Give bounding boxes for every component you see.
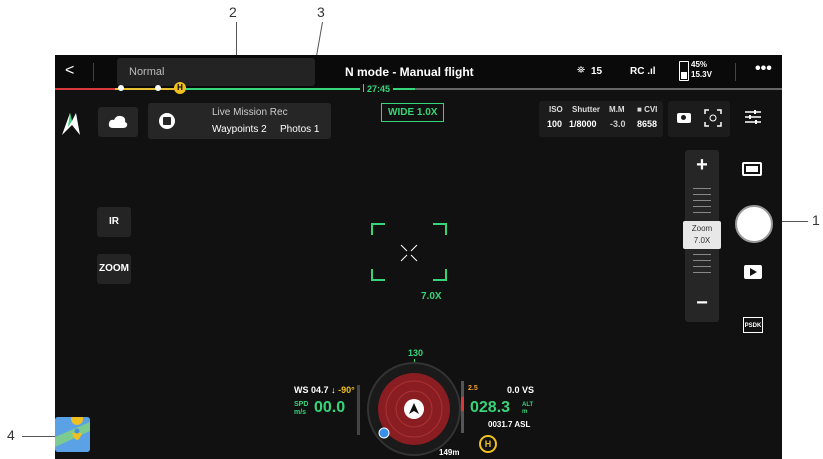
iso-label: ISO bbox=[549, 105, 563, 114]
signal-bars-icon: .ıl bbox=[644, 66, 656, 77]
more-button[interactable]: ••• bbox=[755, 60, 772, 78]
iso-value: 100 bbox=[547, 119, 563, 129]
zoom-tick bbox=[693, 260, 711, 261]
camera-icon[interactable] bbox=[677, 113, 691, 123]
gimbal-pitch: -90° bbox=[338, 385, 355, 395]
zoom-tick bbox=[693, 272, 711, 273]
altitude-asl: 0031.7 ASL bbox=[488, 420, 531, 429]
focus-reticle bbox=[371, 223, 447, 281]
cloud-button[interactable] bbox=[98, 107, 138, 137]
playback-icon[interactable] bbox=[744, 265, 762, 279]
camera-tools bbox=[668, 101, 730, 137]
cv-value: 8658 bbox=[637, 119, 658, 129]
wind-direction-icon: ↓ bbox=[331, 385, 336, 395]
zoom-tick bbox=[693, 254, 711, 255]
altitude-value: 028.3 bbox=[470, 399, 511, 416]
ws-label: WS bbox=[294, 385, 309, 395]
shutter-button[interactable] bbox=[735, 205, 773, 243]
zoom-tick bbox=[693, 206, 711, 207]
flight-screen: < Normal N mode - Manual flight ⛯ 15 RC … bbox=[55, 55, 782, 459]
mm-value: -3.0 bbox=[610, 119, 626, 129]
home-point-icon: H bbox=[479, 435, 497, 453]
ws-value: 04.7 bbox=[311, 385, 329, 395]
cloud-icon bbox=[108, 115, 128, 128]
timeline-low-segment bbox=[55, 88, 115, 90]
flight-mode-field[interactable]: Normal bbox=[117, 58, 315, 86]
battery-icon bbox=[679, 61, 689, 81]
zoom-tick bbox=[693, 212, 711, 213]
callout-3: 3 bbox=[317, 4, 325, 20]
zoom-mode-button[interactable]: ZOOM bbox=[97, 254, 131, 284]
wind-speed: WS 04.7 ↓ -90° bbox=[294, 385, 355, 395]
shutter-label: Shutter bbox=[572, 105, 600, 114]
battery-percent: 45% bbox=[691, 60, 708, 69]
divider bbox=[93, 63, 94, 81]
battery-voltage: 15.3V bbox=[691, 70, 712, 79]
zoom-tooltip-label: Zoom bbox=[691, 224, 713, 233]
heading-value: 130 bbox=[408, 348, 424, 358]
divider bbox=[735, 63, 736, 81]
altitude-unit: ALT m bbox=[522, 402, 534, 415]
horizontal-speed: 00.0 bbox=[314, 399, 346, 416]
mission-title: Live Mission Rec bbox=[212, 107, 288, 118]
mm-label: M.M bbox=[609, 105, 625, 114]
callout-line-4 bbox=[22, 436, 57, 437]
callout-1: 1 bbox=[812, 212, 820, 228]
callout-4: 4 bbox=[7, 427, 15, 443]
rc-signal: RC .ıl bbox=[630, 66, 656, 77]
shutter-value: 1/8000 bbox=[569, 119, 597, 129]
cv-label: ■ CVI bbox=[637, 105, 658, 114]
flight-time-remaining: 27:45 bbox=[360, 84, 394, 94]
compass-attitude-indicator bbox=[366, 361, 462, 457]
flight-time-value: 27:45 bbox=[367, 84, 391, 94]
target-focus-icon[interactable] bbox=[704, 109, 722, 127]
callout-line-3 bbox=[315, 21, 323, 60]
back-button[interactable]: < bbox=[65, 62, 74, 80]
zoom-tick bbox=[693, 188, 711, 189]
speed-unit: SPD m/s bbox=[294, 401, 309, 416]
timeline-marker bbox=[155, 85, 161, 91]
mission-waypoints: Waypoints 2 bbox=[212, 124, 267, 135]
zoom-level-tooltip: Zoom 7.0X bbox=[683, 221, 721, 249]
save-icon bbox=[159, 113, 175, 129]
exposure-panel[interactable]: ISO 100 Shutter 1/8000 M.M -3.0 ■ CVI 86… bbox=[539, 101, 663, 137]
zoom-tick bbox=[693, 194, 711, 195]
mini-map-button[interactable] bbox=[55, 417, 90, 452]
psdk-button[interactable]: PSDK bbox=[743, 317, 763, 333]
home-marker-icon: H bbox=[174, 82, 186, 94]
settings-sliders-icon[interactable] bbox=[744, 109, 762, 130]
altitude-scale bbox=[461, 381, 464, 433]
battery-status: 45% 15.3V bbox=[691, 60, 712, 80]
zoom-out-button[interactable]: − bbox=[685, 288, 719, 318]
camera-view-toggle-icon[interactable] bbox=[742, 162, 762, 176]
zoom-tick bbox=[693, 266, 711, 267]
timeline-marker bbox=[118, 85, 124, 91]
page-title: N mode - Manual flight bbox=[345, 65, 474, 79]
satellite-count: 15 bbox=[591, 66, 603, 77]
zoom-in-button[interactable]: + bbox=[685, 150, 719, 180]
callout-2: 2 bbox=[229, 4, 237, 20]
vertical-speed: 0.0 VS bbox=[507, 385, 535, 395]
timeline-mid-segment bbox=[115, 88, 175, 90]
mission-photos: Photos 1 bbox=[280, 124, 320, 135]
vs-scale-value: 2.5 bbox=[468, 385, 478, 392]
zoom-tooltip-value: 7.0X bbox=[693, 236, 711, 245]
app-logo-icon[interactable] bbox=[60, 111, 84, 142]
speed-scale bbox=[357, 385, 360, 435]
lens-mode-badge[interactable]: WIDE 1.0X bbox=[381, 103, 445, 122]
reticle-zoom-label: 7.0X bbox=[421, 291, 442, 302]
card-icon: ■ bbox=[637, 105, 645, 114]
home-distance: 149m bbox=[439, 448, 460, 457]
ir-button[interactable]: IR bbox=[97, 207, 131, 237]
zoom-tick bbox=[693, 200, 711, 201]
satellite-icon: ⛯ bbox=[577, 65, 585, 76]
rc-label: RC bbox=[630, 66, 645, 77]
